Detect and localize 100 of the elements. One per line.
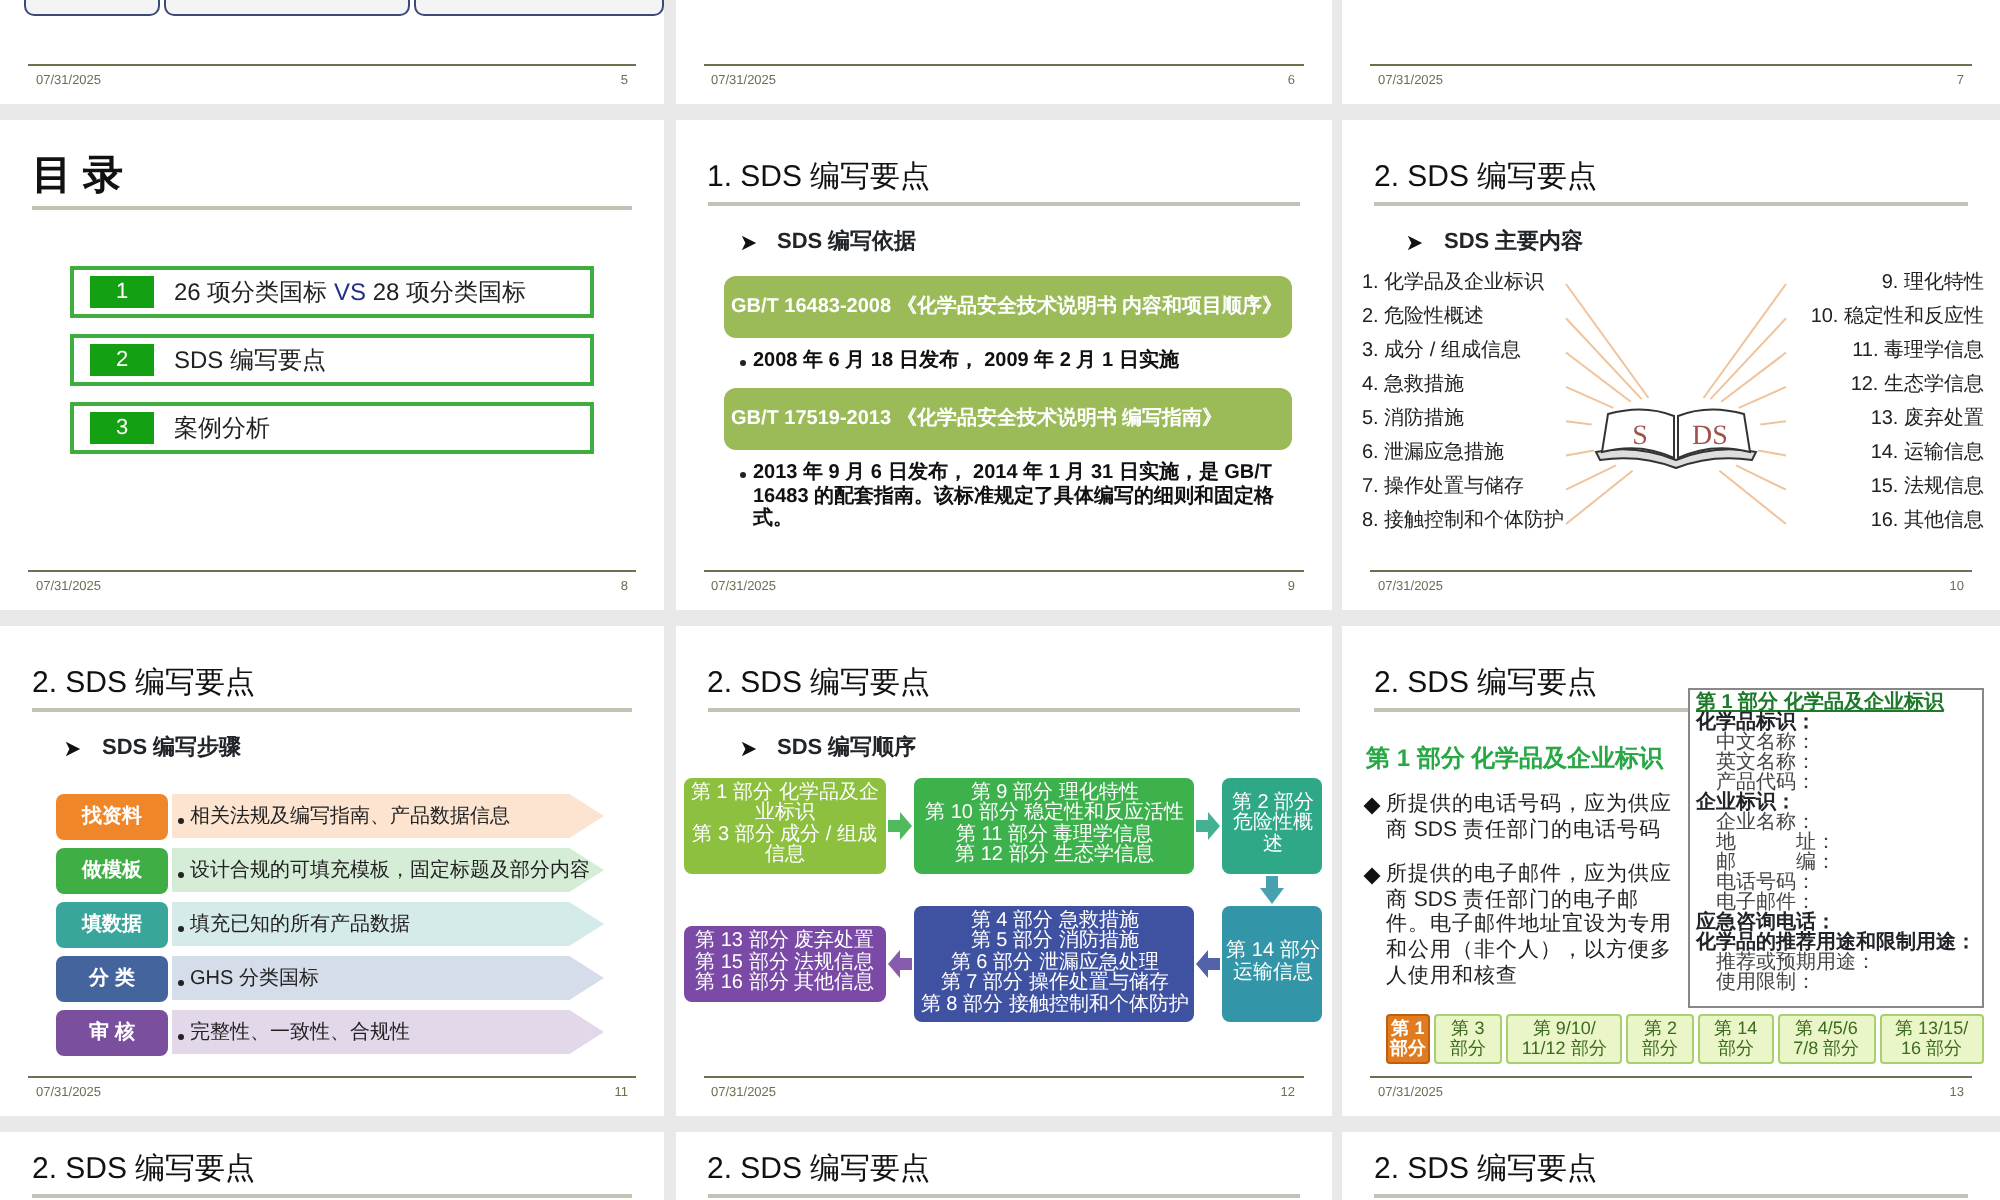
step-label: 分 类 — [56, 955, 168, 1001]
slide-title: 2. SDS 编写要点 — [707, 666, 1299, 712]
item-number: 2 — [90, 344, 154, 376]
slide-thumbnail[interactable] — [675, 626, 1331, 1116]
bullet-icon — [178, 980, 184, 986]
label-box — [24, 0, 160, 16]
slide-title: 2. SDS 编写要点 — [32, 666, 632, 712]
subtitle: SDS 编写顺序 — [777, 733, 917, 764]
content-label: 4. 急救措施 — [1362, 373, 1465, 398]
flow-text: 第 14 部分 — [1224, 942, 1321, 963]
content-label: 10. 稳定性和反应性 — [1810, 305, 1984, 330]
diamond-bullet-icon — [1363, 797, 1381, 815]
form-title: 第 1 部分 化学品及企业标识 — [1696, 692, 1947, 714]
flow-text: 第 9 部分 理化特性 — [968, 783, 1139, 803]
content-label: 5. 消防措施 — [1362, 408, 1465, 433]
item-text: 案例分析 — [174, 412, 270, 446]
form-row-text: 使用限制： — [1714, 974, 1818, 994]
content-label: 1. 化学品及企业标识 — [1362, 271, 1545, 295]
subtitle: SDS 编写依据 — [777, 227, 917, 258]
step-text: 相关法规及编写指南、产品数据信息 — [190, 803, 510, 831]
arrow-bullet-icon — [739, 739, 757, 758]
item-number: 3 — [90, 412, 154, 444]
content-label: 13. 废弃处置 — [1870, 408, 1984, 433]
content-label: 15. 法规信息 — [1870, 476, 1984, 501]
arrow-bullet-icon — [739, 233, 757, 252]
chain-text: 第 2 部分 — [1640, 1020, 1681, 1059]
form-row-text: 邮 编： — [1714, 854, 1838, 874]
content-label: 7. 操作处置与储存 — [1362, 476, 1525, 501]
leader-line — [1565, 448, 1596, 456]
content-label: 11. 毒理学信息 — [1852, 339, 1984, 364]
content-label: 9. 理化特性 — [1881, 271, 1984, 295]
step-label: 做模板 — [56, 847, 168, 893]
bullet-text: 所提供的电子邮件，应为供应商 SDS 责任部门的电子邮件。电子邮件地址宜设为专用和公用（非个人），以方便多人使用和核查 — [1386, 862, 1674, 989]
flow-text: 第 13 部分 废弃处置 — [693, 932, 877, 952]
step-text: GHS 分类国标 — [190, 965, 319, 993]
note-text: 2008 年 6 月 18 日发布， 2009 年 2 月 1 日实施 — [753, 349, 1179, 372]
step-text: 设计合规的可填充模板，固定标题及部分内容 — [190, 857, 590, 885]
flow-text: 第 5 部分 消防措施 — [968, 932, 1139, 952]
form-row-text: 英文名称： — [1714, 754, 1818, 774]
chain-text: 第 1 部分 — [1390, 1020, 1426, 1059]
slide-title: 2. SDS 编写要点 — [32, 1152, 632, 1198]
slide-title: 目 录 — [32, 152, 632, 210]
arrow-icon — [888, 949, 913, 978]
arrow-icon — [1196, 949, 1221, 978]
slide-thumbnail[interactable]: 2. SDS 编写要点 — [675, 1132, 1331, 1200]
standard-block: GB/T 17519-2013 《化学品安全技术说明书 编写指南》 — [723, 388, 1291, 450]
flow-text: 第 16 部分 其他信息 — [693, 974, 877, 995]
bullet-icon — [178, 1034, 184, 1040]
item-number: 1 — [90, 276, 154, 308]
flow-text: 第 10 部分 稳定性和反应活性 — [923, 804, 1187, 824]
leader-line — [1759, 419, 1788, 425]
form-row: 化学品的推荐用途和限制用途： — [1696, 934, 1976, 954]
flow-text: 第 2 部分 — [1229, 793, 1317, 814]
form-row-text: 地 址： — [1714, 834, 1838, 854]
content-label: 14. 运输信息 — [1870, 442, 1984, 467]
item-text: SDS 编写要点 — [174, 344, 327, 378]
book-cover-text: S — [1632, 421, 1649, 451]
form-row-text: 企业名称： — [1714, 814, 1818, 834]
chain-text: 第 3 部分 — [1447, 1020, 1488, 1059]
note-text: 2013 年 9 月 6 日发布， 2014 年 1 月 31 日实施，是 GB/T 16483 的配套指南。该标准规定了具体编写的细则和固定格式。 — [753, 462, 1277, 531]
bullet-icon — [178, 818, 184, 824]
flow-text: 第 8 部分 接触控制和个体防护 — [918, 995, 1191, 1016]
slide-thumbnail[interactable] — [675, 120, 1331, 610]
form-row-text: 电子邮件： — [1716, 894, 1818, 914]
form-row-text: 化学品标识： — [1696, 714, 1818, 734]
chain-text: 第 13/15/ 16 部分 — [1893, 1020, 1971, 1059]
bullet-icon — [178, 926, 184, 932]
arrow-icon — [1260, 875, 1285, 903]
flow-text: 第 7 部分 操作处置与储存 — [938, 974, 1169, 994]
chain-text: 第 14 部分 — [1712, 1020, 1760, 1059]
slide-title: 2. SDS 编写要点 — [1374, 1152, 1968, 1198]
subtitle: SDS 编写步骤 — [102, 733, 242, 764]
chain-text: 第 9/10/ 11/12 部分 — [1519, 1020, 1609, 1059]
leader-line — [1757, 448, 1788, 456]
flow-text: 第 1 部分 化学品及企业标识 — [688, 783, 881, 824]
content-label: 12. 生态学信息 — [1850, 373, 1984, 398]
content-label: 8. 接触控制和个体防护 — [1362, 510, 1565, 535]
step-text: 填充已知的所有产品数据 — [190, 911, 410, 939]
form-row-text: 电话号码： — [1714, 874, 1818, 894]
content-label: 3. 成分 / 组成信息 — [1362, 339, 1521, 364]
step-label: 审 核 — [56, 1009, 168, 1055]
form-row-text: 应急咨询电话： — [1696, 914, 1836, 934]
step-label: 找资料 — [56, 793, 168, 839]
bullet-icon — [739, 472, 745, 478]
standard-block: GB/T 16483-2008 《化学品安全技术说明书 内容和项目顺序》 — [723, 275, 1291, 337]
slide-thumbnail[interactable]: 2. SDS 编写要点 — [1342, 1132, 2000, 1200]
arrow-icon — [1196, 811, 1221, 839]
slide-thumbnail[interactable]: 2. SDS 编写要点 — [0, 1132, 664, 1200]
form-row-text: 产品代码： — [1716, 774, 1818, 794]
subtitle: SDS 主要内容 — [1444, 227, 1584, 258]
leader-line — [1565, 419, 1593, 425]
step-text: 完整性、一致性、合规性 — [190, 1019, 410, 1047]
flow-text: 第 4 部分 急救措施 — [968, 911, 1141, 931]
flow-text: 第 15 部分 法规信息 — [693, 953, 877, 973]
flow-text: 第 11 部分 毒理学信息 — [953, 825, 1156, 845]
slide-thumbnail[interactable] — [1342, 626, 2000, 1116]
flow-text: 危险性概述 — [1230, 814, 1315, 857]
book-cover-text: DS — [1692, 421, 1729, 451]
content-label: 6. 泄漏应急措施 — [1362, 442, 1505, 467]
chain-text: 第 4/5/6 7/8 部分 — [1791, 1020, 1862, 1059]
